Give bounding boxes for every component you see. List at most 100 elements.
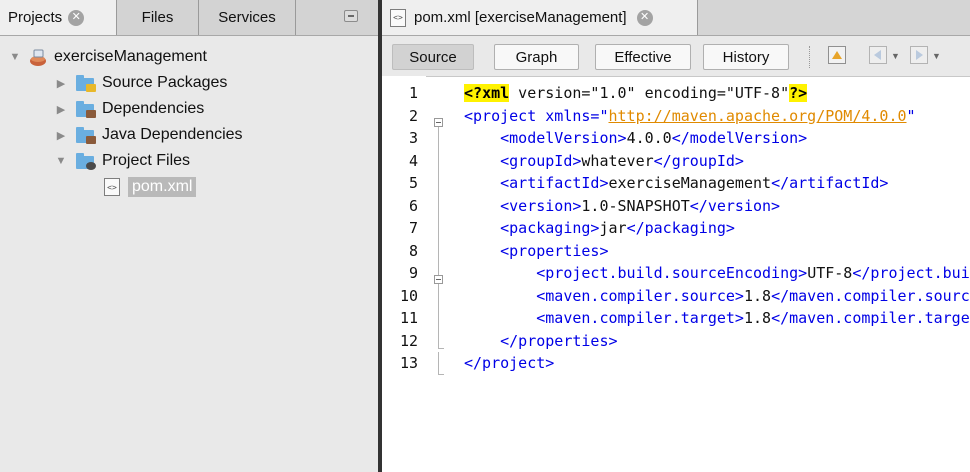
editor-tab-bar: <> pom.xml [exerciseManagement] ✕ bbox=[382, 0, 970, 36]
code-line: <maven.compiler.target>1.8</maven.compil… bbox=[464, 307, 970, 330]
chevron-down-icon[interactable]: ▼ bbox=[932, 51, 941, 61]
fold-guide bbox=[438, 352, 439, 374]
code-token: ?> bbox=[789, 84, 808, 102]
tree-item-label: Project Files bbox=[102, 152, 191, 169]
code-token: <project.build.sourceEncoding> bbox=[536, 264, 808, 282]
code-token: <packaging> bbox=[500, 219, 600, 237]
code-token: version="1.0" encoding="UTF-8" bbox=[509, 84, 790, 102]
code-token: <project xmlns=" bbox=[464, 106, 609, 125]
code-token: whatever bbox=[581, 151, 654, 170]
code-token: 1.8 bbox=[743, 286, 772, 305]
code-token: 1.8 bbox=[743, 309, 772, 327]
code-line: <?xml version="1.0" encoding="UTF-8"?> bbox=[464, 82, 808, 105]
chevron-down-icon[interactable]: ▼ bbox=[891, 51, 900, 61]
line-number: 5 bbox=[408, 174, 418, 192]
tree-item-dependencies[interactable]: ▶ Dependencies bbox=[54, 96, 204, 122]
tree-item-project[interactable]: ▼ exerciseManagement bbox=[8, 44, 207, 70]
code-token: <artifactId> bbox=[500, 174, 609, 192]
line-number: 10 bbox=[399, 286, 418, 305]
source-view-label: Source bbox=[409, 48, 457, 66]
code-token: </properties> bbox=[500, 331, 618, 350]
code-token: <groupId> bbox=[500, 151, 582, 170]
code-line: <project.build.sourceEncoding>UTF-8</pro… bbox=[464, 262, 970, 285]
fold-toggle-icon[interactable] bbox=[434, 118, 443, 127]
code-token: </groupId> bbox=[653, 151, 744, 170]
tab-files-label: Files bbox=[141, 9, 174, 26]
line-number: 8 bbox=[408, 241, 418, 260]
projects-panel: Projects ✕ Files Services ▼ exerciseMana… bbox=[0, 0, 378, 472]
minimize-window-icon[interactable] bbox=[344, 10, 358, 22]
collapsed-toggle-icon[interactable]: ▶ bbox=[54, 76, 68, 90]
last-edit-icon[interactable] bbox=[828, 46, 846, 64]
code-token: http://maven.apache.org/POM/4.0.0 bbox=[608, 106, 907, 125]
tree-item-pom-xml[interactable]: <> pom.xml bbox=[104, 174, 197, 200]
tree-item-java-dependencies[interactable]: ▶ Java Dependencies bbox=[54, 122, 243, 148]
toolbar-separator bbox=[809, 46, 810, 68]
back-icon[interactable] bbox=[869, 46, 887, 64]
expand-toggle-icon[interactable]: ▼ bbox=[8, 50, 22, 64]
fold-guide bbox=[438, 127, 439, 279]
code-token: </project.build.sourceEncoding> bbox=[852, 264, 970, 282]
fold-guide bbox=[438, 284, 439, 348]
code-token: </maven.compiler.target> bbox=[771, 309, 970, 327]
code-line: <artifactId>exerciseManagement</artifact… bbox=[464, 172, 888, 195]
code-line: <modelVersion>4.0.0</modelVersion> bbox=[464, 127, 807, 150]
fold-toggle-icon[interactable] bbox=[434, 275, 443, 284]
tab-projects[interactable]: Projects ✕ bbox=[0, 0, 117, 35]
code-line: <groupId>whatever</groupId> bbox=[464, 150, 744, 173]
code-token: xml bbox=[482, 84, 510, 102]
tree-item-source-packages[interactable]: ▶ Source Packages bbox=[54, 70, 227, 96]
editor-toolbar: Source Graph Effective History ▼ ▼ bbox=[382, 36, 970, 77]
close-icon[interactable]: ✕ bbox=[68, 9, 85, 26]
code-token: </maven.compiler.source> bbox=[771, 286, 970, 305]
line-number: 7 bbox=[408, 219, 418, 237]
fold-margin bbox=[426, 76, 452, 472]
code-token: UTF-8 bbox=[807, 264, 853, 282]
tree-item-label: Source Packages bbox=[102, 74, 228, 91]
graph-view-button[interactable]: Graph bbox=[494, 44, 579, 70]
collapsed-toggle-icon[interactable]: ▶ bbox=[54, 102, 68, 116]
line-number: 13 bbox=[399, 354, 418, 372]
code-token: </artifactId> bbox=[771, 174, 889, 192]
code-token: <maven.compiler.source> bbox=[536, 286, 744, 305]
line-number: 12 bbox=[399, 331, 418, 350]
tab-services[interactable]: Services bbox=[199, 0, 296, 35]
tree-item-label: Dependencies bbox=[102, 100, 205, 117]
history-view-button[interactable]: History bbox=[703, 44, 789, 70]
tab-services-label: Services bbox=[218, 9, 276, 26]
source-packages-icon bbox=[76, 75, 96, 92]
effective-view-button[interactable]: Effective bbox=[595, 44, 691, 70]
code-token: exerciseManagement bbox=[608, 174, 772, 192]
line-number: 9 bbox=[408, 264, 418, 282]
expand-toggle-icon[interactable]: ▼ bbox=[54, 154, 68, 168]
graph-view-label: Graph bbox=[515, 48, 558, 66]
code-line: <maven.compiler.source>1.8</maven.compil… bbox=[464, 285, 970, 308]
code-token: <modelVersion> bbox=[500, 129, 627, 147]
fold-end-marker bbox=[438, 348, 444, 349]
project-files-icon bbox=[76, 153, 96, 170]
code-line: </properties> bbox=[464, 330, 618, 353]
forward-icon[interactable] bbox=[910, 46, 928, 64]
tree-item-label: exerciseManagement bbox=[54, 48, 207, 65]
code-area[interactable]: <?xml version="1.0" encoding="UTF-8"?> <p… bbox=[452, 76, 970, 472]
code-token: <maven.compiler.target> bbox=[536, 309, 744, 327]
close-icon[interactable]: ✕ bbox=[636, 9, 653, 26]
code-token: 1.0-SNAPSHOT bbox=[581, 196, 690, 215]
tab-files[interactable]: Files bbox=[117, 0, 199, 35]
editor-tab-pom-xml[interactable]: <> pom.xml [exerciseManagement] ✕ bbox=[382, 0, 698, 35]
tree-item-project-files[interactable]: ▼ Project Files bbox=[54, 148, 190, 174]
collapsed-toggle-icon[interactable]: ▶ bbox=[54, 128, 68, 142]
code-token: <version> bbox=[500, 196, 582, 215]
code-line: </project> bbox=[464, 352, 554, 375]
source-view-button[interactable]: Source bbox=[392, 44, 474, 70]
line-number: 4 bbox=[408, 151, 418, 170]
